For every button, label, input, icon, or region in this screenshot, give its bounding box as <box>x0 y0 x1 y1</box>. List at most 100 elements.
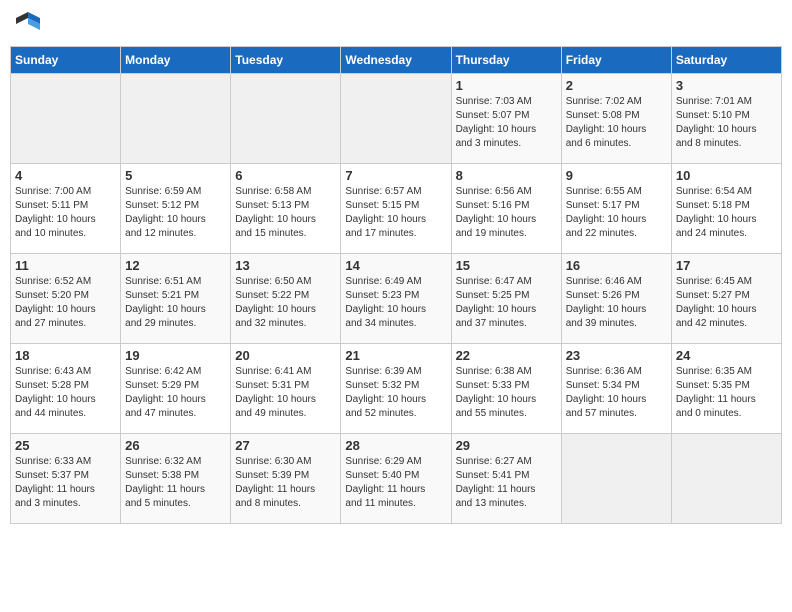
day-number: 12 <box>125 258 226 273</box>
day-number: 29 <box>456 438 557 453</box>
calendar-cell <box>341 74 451 164</box>
day-info: Sunrise: 6:42 AM Sunset: 5:29 PM Dayligh… <box>125 365 226 421</box>
day-info: Sunrise: 6:35 AM Sunset: 5:35 PM Dayligh… <box>676 365 777 421</box>
day-number: 14 <box>345 258 446 273</box>
day-number: 10 <box>676 168 777 183</box>
calendar-cell: 27 Sunrise: 6:30 AM Sunset: 5:39 PM Dayli… <box>231 434 341 524</box>
day-info: Sunrise: 7:02 AM Sunset: 5:08 PM Dayligh… <box>566 95 667 151</box>
day-info: Sunrise: 6:57 AM Sunset: 5:15 PM Dayligh… <box>345 185 446 241</box>
calendar-cell: 3 Sunrise: 7:01 AM Sunset: 5:10 PM Daylig… <box>671 74 781 164</box>
day-number: 17 <box>676 258 777 273</box>
day-number: 25 <box>15 438 116 453</box>
calendar-cell: 26 Sunrise: 6:32 AM Sunset: 5:38 PM Dayli… <box>121 434 231 524</box>
calendar-cell: 12 Sunrise: 6:51 AM Sunset: 5:21 PM Dayli… <box>121 254 231 344</box>
day-info: Sunrise: 6:59 AM Sunset: 5:12 PM Dayligh… <box>125 185 226 241</box>
logo <box>14 10 46 38</box>
calendar-week-row: 18 Sunrise: 6:43 AM Sunset: 5:28 PM Dayli… <box>11 344 782 434</box>
calendar-cell: 29 Sunrise: 6:27 AM Sunset: 5:41 PM Dayli… <box>451 434 561 524</box>
calendar-cell: 8 Sunrise: 6:56 AM Sunset: 5:16 PM Daylig… <box>451 164 561 254</box>
day-number: 3 <box>676 78 777 93</box>
weekday-header-monday: Monday <box>121 47 231 74</box>
calendar-cell: 1Sunrise: 7:03 AM Sunset: 5:07 PM Daylig… <box>451 74 561 164</box>
day-number: 18 <box>15 348 116 363</box>
day-info: Sunrise: 6:29 AM Sunset: 5:40 PM Dayligh… <box>345 455 446 511</box>
day-number: 15 <box>456 258 557 273</box>
calendar-cell: 13Sunrise: 6:50 AM Sunset: 5:22 PM Dayli… <box>231 254 341 344</box>
logo-icon <box>14 10 42 38</box>
weekday-header-friday: Friday <box>561 47 671 74</box>
weekday-header-tuesday: Tuesday <box>231 47 341 74</box>
day-info: Sunrise: 6:38 AM Sunset: 5:33 PM Dayligh… <box>456 365 557 421</box>
calendar-cell <box>671 434 781 524</box>
day-number: 19 <box>125 348 226 363</box>
day-info: Sunrise: 7:01 AM Sunset: 5:10 PM Dayligh… <box>676 95 777 151</box>
calendar-cell: 21Sunrise: 6:39 AM Sunset: 5:32 PM Dayli… <box>341 344 451 434</box>
page-header <box>10 10 782 38</box>
calendar-cell: 9 Sunrise: 6:55 AM Sunset: 5:17 PM Daylig… <box>561 164 671 254</box>
day-number: 23 <box>566 348 667 363</box>
calendar-week-row: 11 Sunrise: 6:52 AM Sunset: 5:20 PM Dayli… <box>11 254 782 344</box>
calendar-cell: 4 Sunrise: 7:00 AM Sunset: 5:11 PM Daylig… <box>11 164 121 254</box>
day-number: 26 <box>125 438 226 453</box>
calendar-cell: 18 Sunrise: 6:43 AM Sunset: 5:28 PM Dayli… <box>11 344 121 434</box>
day-number: 9 <box>566 168 667 183</box>
calendar-cell: 22 Sunrise: 6:38 AM Sunset: 5:33 PM Dayli… <box>451 344 561 434</box>
calendar-cell: 17 Sunrise: 6:45 AM Sunset: 5:27 PM Dayli… <box>671 254 781 344</box>
calendar-cell: 7 Sunrise: 6:57 AM Sunset: 5:15 PM Daylig… <box>341 164 451 254</box>
weekday-header-saturday: Saturday <box>671 47 781 74</box>
day-number: 1 <box>456 78 557 93</box>
day-info: Sunrise: 6:55 AM Sunset: 5:17 PM Dayligh… <box>566 185 667 241</box>
day-info: Sunrise: 6:32 AM Sunset: 5:38 PM Dayligh… <box>125 455 226 511</box>
weekday-header-row: SundayMondayTuesdayWednesdayThursdayFrid… <box>11 47 782 74</box>
day-number: 2 <box>566 78 667 93</box>
day-number: 20 <box>235 348 336 363</box>
calendar-cell: 2 Sunrise: 7:02 AM Sunset: 5:08 PM Daylig… <box>561 74 671 164</box>
calendar-table: SundayMondayTuesdayWednesdayThursdayFrid… <box>10 46 782 524</box>
day-info: Sunrise: 6:36 AM Sunset: 5:34 PM Dayligh… <box>566 365 667 421</box>
day-info: Sunrise: 6:56 AM Sunset: 5:16 PM Dayligh… <box>456 185 557 241</box>
calendar-cell <box>561 434 671 524</box>
weekday-header-wednesday: Wednesday <box>341 47 451 74</box>
day-info: Sunrise: 7:00 AM Sunset: 5:11 PM Dayligh… <box>15 185 116 241</box>
day-info: Sunrise: 6:49 AM Sunset: 5:23 PM Dayligh… <box>345 275 446 331</box>
day-number: 24 <box>676 348 777 363</box>
day-number: 5 <box>125 168 226 183</box>
calendar-cell: 5 Sunrise: 6:59 AM Sunset: 5:12 PM Daylig… <box>121 164 231 254</box>
calendar-cell <box>121 74 231 164</box>
calendar-cell: 28Sunrise: 6:29 AM Sunset: 5:40 PM Dayli… <box>341 434 451 524</box>
day-info: Sunrise: 6:47 AM Sunset: 5:25 PM Dayligh… <box>456 275 557 331</box>
calendar-week-row: 25 Sunrise: 6:33 AM Sunset: 5:37 PM Dayli… <box>11 434 782 524</box>
day-number: 7 <box>345 168 446 183</box>
day-info: Sunrise: 6:46 AM Sunset: 5:26 PM Dayligh… <box>566 275 667 331</box>
day-info: Sunrise: 6:51 AM Sunset: 5:21 PM Dayligh… <box>125 275 226 331</box>
day-number: 11 <box>15 258 116 273</box>
day-number: 21 <box>345 348 446 363</box>
calendar-cell: 24 Sunrise: 6:35 AM Sunset: 5:35 PM Dayli… <box>671 344 781 434</box>
calendar-week-row: 1Sunrise: 7:03 AM Sunset: 5:07 PM Daylig… <box>11 74 782 164</box>
weekday-header-thursday: Thursday <box>451 47 561 74</box>
day-info: Sunrise: 6:27 AM Sunset: 5:41 PM Dayligh… <box>456 455 557 511</box>
calendar-cell: 11 Sunrise: 6:52 AM Sunset: 5:20 PM Dayli… <box>11 254 121 344</box>
calendar-cell: 23 Sunrise: 6:36 AM Sunset: 5:34 PM Dayli… <box>561 344 671 434</box>
calendar-cell: 10 Sunrise: 6:54 AM Sunset: 5:18 PM Dayli… <box>671 164 781 254</box>
day-info: Sunrise: 6:52 AM Sunset: 5:20 PM Dayligh… <box>15 275 116 331</box>
weekday-header-sunday: Sunday <box>11 47 121 74</box>
calendar-cell: 16 Sunrise: 6:46 AM Sunset: 5:26 PM Dayli… <box>561 254 671 344</box>
day-info: Sunrise: 6:45 AM Sunset: 5:27 PM Dayligh… <box>676 275 777 331</box>
calendar-week-row: 4 Sunrise: 7:00 AM Sunset: 5:11 PM Daylig… <box>11 164 782 254</box>
day-number: 16 <box>566 258 667 273</box>
calendar-cell: 14 Sunrise: 6:49 AM Sunset: 5:23 PM Dayli… <box>341 254 451 344</box>
day-number: 27 <box>235 438 336 453</box>
day-info: Sunrise: 6:54 AM Sunset: 5:18 PM Dayligh… <box>676 185 777 241</box>
day-info: Sunrise: 6:30 AM Sunset: 5:39 PM Dayligh… <box>235 455 336 511</box>
day-info: Sunrise: 6:43 AM Sunset: 5:28 PM Dayligh… <box>15 365 116 421</box>
calendar-cell <box>231 74 341 164</box>
day-number: 8 <box>456 168 557 183</box>
day-info: Sunrise: 6:33 AM Sunset: 5:37 PM Dayligh… <box>15 455 116 511</box>
calendar-cell <box>11 74 121 164</box>
day-number: 22 <box>456 348 557 363</box>
day-number: 6 <box>235 168 336 183</box>
calendar-cell: 25 Sunrise: 6:33 AM Sunset: 5:37 PM Dayli… <box>11 434 121 524</box>
calendar-cell: 20Sunrise: 6:41 AM Sunset: 5:31 PM Dayli… <box>231 344 341 434</box>
day-number: 4 <box>15 168 116 183</box>
